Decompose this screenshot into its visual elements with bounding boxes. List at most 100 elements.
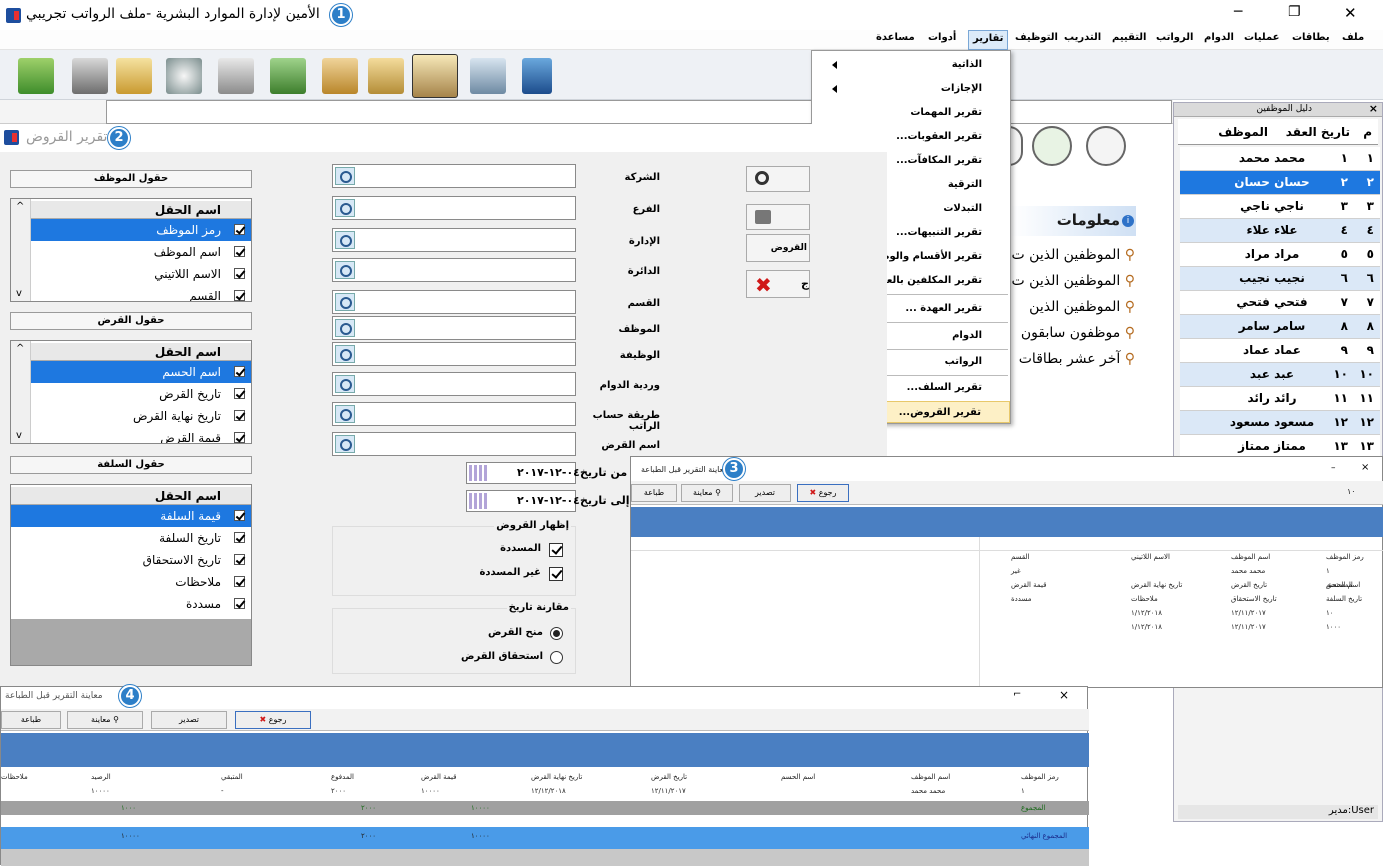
folder-tag-icon[interactable] (368, 58, 404, 94)
search-icon[interactable] (335, 375, 355, 393)
table-row[interactable]: ١١ ١١ رائد رائد (1180, 387, 1380, 411)
menu-cards[interactable]: بطاقات (1292, 32, 1330, 43)
books-icon[interactable] (322, 58, 358, 94)
scroll-up-icon[interactable]: ^ (16, 201, 24, 212)
back-button[interactable]: ✖ رجوع (797, 484, 849, 502)
export-button[interactable]: تصدير (739, 484, 791, 502)
close-button[interactable]: × (1059, 688, 1069, 702)
dd-item[interactable]: الإجازات (812, 78, 1010, 100)
list-item[interactable]: تاريخ نهاية القرض (31, 405, 251, 427)
column-header[interactable]: اسم الموظف (911, 773, 950, 781)
list-item[interactable]: رمز الموظف (31, 219, 251, 241)
minimize-button[interactable]: – (1331, 463, 1336, 473)
minimize-button[interactable]: ─ (1234, 4, 1242, 20)
table-row[interactable]: ٢ ٢ حسان حسان (1180, 171, 1380, 195)
filter-input[interactable] (332, 164, 576, 188)
filter-input[interactable] (332, 316, 576, 340)
home-icon[interactable] (1086, 126, 1126, 166)
info-line[interactable]: ⚲ آخر عشر بطاقات (1011, 346, 1135, 372)
scroll-up-icon[interactable]: ^ (16, 343, 24, 354)
preview-button[interactable]: معاينة ⚲ (67, 711, 143, 729)
search-icon[interactable] (335, 199, 355, 217)
due-date-radio[interactable] (550, 651, 563, 664)
table-row[interactable]: ١٢ ١٢ مسعود مسعود (1180, 411, 1380, 435)
list-item[interactable]: مسددة (11, 593, 251, 615)
exit-button[interactable]: ✖ ج (746, 270, 810, 298)
export-button[interactable]: تصدير (151, 711, 227, 729)
menu-reports[interactable]: تقارير (968, 30, 1009, 50)
info-line[interactable]: ⚲ الموظفين الذين (1011, 294, 1135, 320)
filter-input[interactable] (332, 196, 576, 220)
clock-icon[interactable] (166, 58, 202, 94)
preview-button[interactable]: معاينة ⚲ (681, 484, 733, 502)
menu-help[interactable]: مساعدة (876, 32, 915, 43)
column-header[interactable]: تاريخ القرض (651, 773, 687, 781)
filter-input[interactable] (332, 290, 576, 314)
menu-tools[interactable]: أدوات (928, 32, 956, 43)
column-header[interactable]: الرصيد (91, 773, 111, 781)
employee-folder-icon[interactable] (412, 54, 458, 98)
scroll-down-icon[interactable]: v (16, 288, 22, 299)
calendar-icon[interactable] (469, 493, 487, 509)
filter-input[interactable] (332, 228, 576, 252)
print-button[interactable] (746, 204, 810, 230)
table-row[interactable]: ٨ ٨ سامر سامر (1180, 315, 1380, 339)
list-item[interactable]: تاريخ الاستحقاق (11, 549, 251, 571)
filter-input[interactable] (332, 432, 576, 456)
table-row[interactable]: ٥ ٥ مراد مراد (1180, 243, 1380, 267)
calendar-icon[interactable] (469, 465, 487, 481)
filter-input[interactable] (332, 342, 576, 366)
col-employee[interactable]: الموظف (1218, 125, 1268, 139)
list-item[interactable]: تاريخ القرض (31, 383, 251, 405)
paid-checkbox[interactable] (549, 543, 563, 557)
column-header[interactable]: تاريخ نهاية القرض (531, 773, 582, 781)
menu-operations[interactable]: عمليات (1244, 32, 1280, 43)
print-button[interactable]: طباعة (1, 711, 61, 729)
col-contract-date[interactable]: تاريخ العقد (1286, 125, 1350, 139)
menu-salaries[interactable]: الرواتب (1156, 32, 1193, 43)
preview-button[interactable] (746, 166, 810, 192)
from-date-input[interactable]: ٠٤-١٢-٢٠١٧ (466, 462, 580, 484)
table-row[interactable]: ٦ ٦ نجيب نجيب (1180, 267, 1380, 291)
search-icon[interactable] (335, 261, 355, 279)
maximize-button[interactable]: ⌐ (1013, 689, 1021, 700)
table-row[interactable]: ١ ١ محمد محمد (1180, 147, 1380, 171)
maximize-button[interactable]: ❐ (1288, 4, 1301, 20)
search-icon[interactable] (335, 435, 355, 453)
back-button[interactable]: ✖ رجوع (235, 711, 311, 729)
list-item[interactable]: اسم الموظف (31, 241, 251, 263)
search-icon[interactable] (335, 293, 355, 311)
list-item[interactable]: الاسم اللاتيني (31, 263, 251, 285)
money-icon[interactable] (270, 58, 306, 94)
column-header[interactable]: رمز الموظف (1021, 773, 1059, 781)
filter-input[interactable] (332, 402, 576, 426)
scrollbar[interactable]: ^ v (11, 341, 31, 443)
search-icon[interactable] (335, 345, 355, 363)
table-row[interactable]: ٧ ٧ فتحي فتحي (1180, 291, 1380, 315)
to-date-input[interactable]: ٠٤-١٢-٢٠١٧ (466, 490, 580, 512)
column-header[interactable]: ملاحظات (1, 773, 28, 781)
filter-input[interactable] (332, 258, 576, 282)
column-header[interactable]: قيمة القرض (421, 773, 456, 781)
grant-date-radio[interactable] (550, 627, 563, 640)
panel-close-icon[interactable]: × (1369, 102, 1378, 115)
unpaid-checkbox[interactable] (549, 567, 563, 581)
dd-item[interactable]: الذاتية (812, 54, 1010, 76)
scrollbar[interactable]: ^ v (11, 199, 31, 301)
menu-training[interactable]: التدريب (1064, 32, 1101, 43)
table-row[interactable]: ٩ ٩ عماد عماد (1180, 339, 1380, 363)
calculator-clock-icon[interactable] (218, 58, 254, 94)
search-icon[interactable] (335, 167, 355, 185)
menu-employment[interactable]: التوظيف (1015, 32, 1058, 43)
exit-door-icon[interactable] (522, 58, 552, 94)
scroll-down-icon[interactable]: v (16, 430, 22, 441)
menu-file[interactable]: ملف (1342, 32, 1364, 43)
list-item[interactable]: قيمة القرض (31, 427, 251, 443)
search-icon[interactable] (335, 319, 355, 337)
dd-item[interactable]: تقرير المهمات (812, 102, 1010, 124)
filter-input[interactable] (332, 372, 576, 396)
loans-report-button[interactable]: القروض (746, 234, 810, 262)
column-header[interactable]: المدفوع (331, 773, 354, 781)
search-icon[interactable] (335, 405, 355, 423)
table-row[interactable]: ٣ ٣ ناجي ناجي (1180, 195, 1380, 219)
